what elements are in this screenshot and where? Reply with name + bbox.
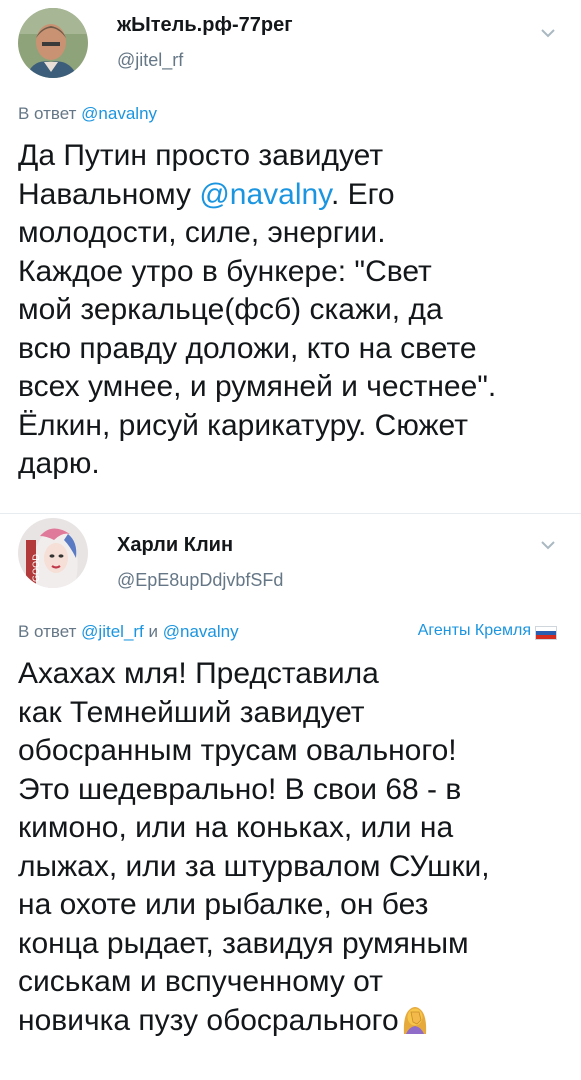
tweet[interactable]: GOOD Харли Клин @EpE8upDdjvbfSFd В ответ… (0, 514, 581, 1080)
avatar[interactable] (18, 8, 88, 78)
reply-prefix: В ответ (18, 622, 82, 641)
text-line: новичка пузу обосрального (18, 1002, 567, 1041)
avatar[interactable]: GOOD (18, 518, 88, 588)
tweet-text: Да Путин просто завидует Навальному @nav… (18, 137, 567, 484)
text-line: на охоте или рыбалке, он без (18, 888, 429, 921)
chevron-down-icon[interactable] (537, 22, 559, 44)
text-line: лыжах, или за штурвалом СУшки, (18, 849, 490, 883)
reply-prefix: В ответ (18, 104, 82, 123)
author-name[interactable]: Харли Клин (117, 534, 233, 557)
text-line: сиськам и вспученному от (18, 965, 383, 998)
text-fragment: новичка пузу обосрального (18, 1003, 399, 1037)
label-badge[interactable]: Агенты Кремля (418, 622, 531, 640)
chevron-down-icon[interactable] (537, 534, 559, 556)
text-fragment: . Его (330, 177, 395, 211)
text-line: кимоно, или на коньках, или на (18, 811, 454, 844)
reply-mention-link[interactable]: @jitel_rf (81, 622, 144, 641)
reply-context: В ответ @navalny (18, 104, 157, 124)
text-line: Ахахах мля! Представила (18, 657, 379, 690)
text-line: Да Путин просто завидует (18, 139, 384, 172)
text-line: как Темнейший завидует (18, 695, 365, 729)
text-line: обосранным трусам овального! (18, 734, 457, 767)
reply-context: В ответ @jitel_rf и @navalny (18, 622, 239, 642)
reply-mention-link[interactable]: @navalny (81, 104, 157, 123)
text-line: мой зеркальце(фсб) скажи, да (18, 293, 443, 326)
russia-flag-icon (535, 626, 557, 640)
facepalm-woman-emoji-icon (401, 1002, 429, 1034)
avatar-photo: GOOD (18, 518, 88, 588)
text-line: Это шедеврально! В свои 68 - в (18, 772, 462, 806)
text-line: конца рыдает, завидуя румяным (18, 926, 469, 960)
reply-mention-link[interactable]: @navalny (163, 622, 239, 641)
text-line: всю правду доложи, кто на свете (18, 331, 477, 365)
author-handle[interactable]: @jitel_rf (117, 50, 183, 71)
author-name[interactable]: жЫтель.рф-77рег (117, 14, 293, 37)
tweet-text: Ахахах мля! Представила как Темнейший за… (18, 655, 567, 1040)
text-fragment: Навальному (18, 177, 200, 211)
text-line: всех умнее, и румяней и честнее". (18, 370, 497, 403)
text-line: молодости, силе, энергии. (18, 216, 386, 249)
tweet[interactable]: жЫтель.рф-77рег @jitel_rf В ответ @naval… (0, 0, 581, 514)
text-line: Каждое утро в бункере: "Свет (18, 254, 432, 288)
text-line: дарю. (18, 447, 100, 480)
mention-link[interactable]: @navalny (199, 178, 331, 211)
text-line: Ёлкин, рисуй карикатуру. Сюжет (18, 408, 468, 442)
svg-text:GOOD: GOOD (32, 554, 42, 582)
avatar-photo (18, 8, 88, 78)
author-handle[interactable]: @EpE8upDdjvbfSFd (117, 570, 283, 591)
text-line: Навальному @navalny. Его (18, 176, 567, 215)
reply-and: и (143, 622, 163, 641)
